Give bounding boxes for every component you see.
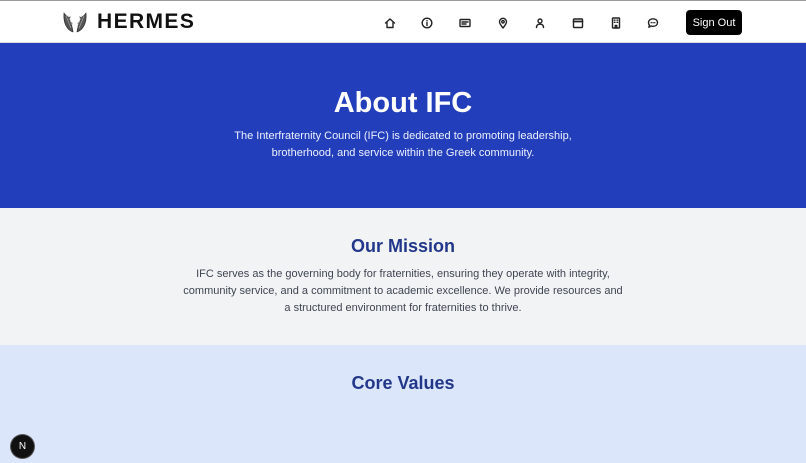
- hero-description: The Interfraternity Council (IFC) is ded…: [234, 130, 572, 159]
- dev-badge-letter: N: [18, 441, 27, 452]
- nav-user-icon[interactable]: [530, 13, 550, 33]
- hero-section: About IFC The Interfraternity Council (I…: [0, 43, 806, 208]
- nav-info-icon[interactable]: [417, 13, 437, 33]
- core-values-section: Core Values: [0, 345, 806, 463]
- nav-chat-icon[interactable]: [643, 13, 663, 33]
- mission-section: Our Mission IFC serves as the governing …: [0, 208, 806, 345]
- sign-out-button[interactable]: Sign Out: [686, 10, 742, 35]
- core-values-heading: Core Values: [351, 373, 455, 393]
- nav-calendar-icon[interactable]: [568, 13, 588, 33]
- nav-card-icon[interactable]: [455, 13, 475, 33]
- mission-text: IFC serves as the governing body for fra…: [183, 268, 623, 314]
- nav-home-icon[interactable]: [380, 13, 400, 33]
- dev-tools-badge[interactable]: N: [11, 435, 34, 458]
- page-title: About IFC: [333, 87, 473, 119]
- nav-map-pin-icon[interactable]: [493, 13, 513, 33]
- top-navigation-bar: HERMES Sign Out: [0, 0, 806, 43]
- mission-heading: Our Mission: [350, 236, 455, 256]
- nav-building-icon[interactable]: [606, 13, 626, 33]
